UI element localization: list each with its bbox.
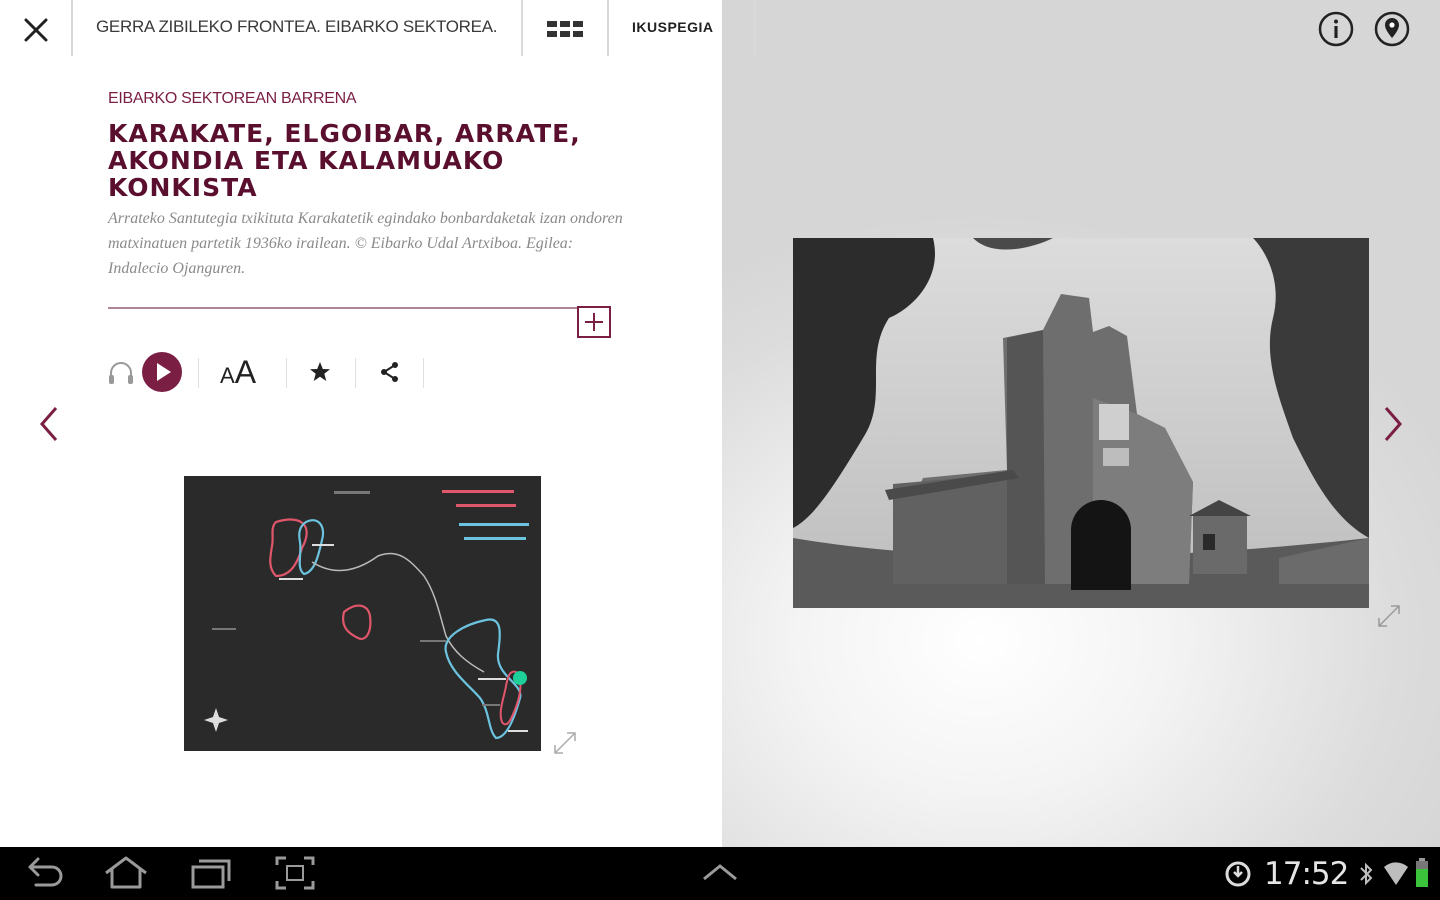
play-button[interactable] [142, 352, 182, 397]
divider [521, 0, 523, 56]
sync-icon [1224, 860, 1252, 893]
close-icon[interactable] [14, 8, 58, 52]
section-kicker: EIBARKO SEKTOREAN BARRENA [108, 90, 357, 107]
headphones-icon[interactable] [106, 358, 136, 393]
photo-caption: Arrateko Santutegia txikituta Karakateti… [108, 210, 623, 277]
expand-photo-icon[interactable] [1376, 603, 1402, 634]
divider [423, 358, 424, 388]
back-icon[interactable] [24, 855, 66, 896]
divider [198, 358, 199, 388]
text-panel: GERRA ZIBILEKO FRONTEA. EIBARKO SEKTOREA… [0, 0, 722, 847]
location-pin-icon[interactable] [1374, 11, 1410, 47]
info-icon[interactable] [1318, 11, 1354, 47]
expand-map-icon[interactable] [552, 730, 578, 761]
star-icon[interactable] [308, 360, 332, 389]
screenshot-icon[interactable] [274, 855, 316, 896]
breadcrumb-title[interactable]: GERRA ZIBILEKO FRONTEA. EIBARKO SEKTOREA… [96, 17, 497, 37]
battery-icon [1414, 857, 1430, 894]
divider [754, 0, 756, 56]
divider [607, 0, 609, 56]
wifi-icon [1382, 859, 1410, 892]
divider [355, 358, 356, 388]
clock: 17:52 [1264, 856, 1349, 892]
divider [286, 358, 287, 388]
chevron-up-icon[interactable] [700, 861, 740, 890]
home-icon[interactable] [102, 855, 150, 896]
grid-view-icon[interactable] [543, 14, 587, 44]
image-panel [722, 0, 1440, 847]
play-icon [142, 352, 182, 392]
divider [108, 307, 578, 309]
expand-text-button[interactable] [577, 306, 611, 338]
route-map-image[interactable] [184, 476, 541, 751]
font-size-label: A [220, 363, 235, 388]
share-icon[interactable] [378, 360, 402, 389]
chevron-left-icon[interactable] [34, 402, 64, 451]
bluetooth-icon [1358, 861, 1374, 892]
tab-ikuspegia[interactable]: IKUSPEGIA [632, 19, 714, 35]
divider [71, 0, 73, 56]
sanctuary-ruins-photo[interactable] [793, 238, 1369, 608]
system-navigation-bar: 17:52 [0, 847, 1440, 900]
chevron-right-icon[interactable] [1378, 402, 1408, 451]
page-title: KARAKATE, ELGOIBAR, ARRATE, AKONDIA ETA … [108, 119, 581, 202]
font-size-button[interactable]: AA [220, 354, 256, 391]
plus-icon [577, 306, 611, 338]
recent-apps-icon[interactable] [190, 855, 232, 896]
